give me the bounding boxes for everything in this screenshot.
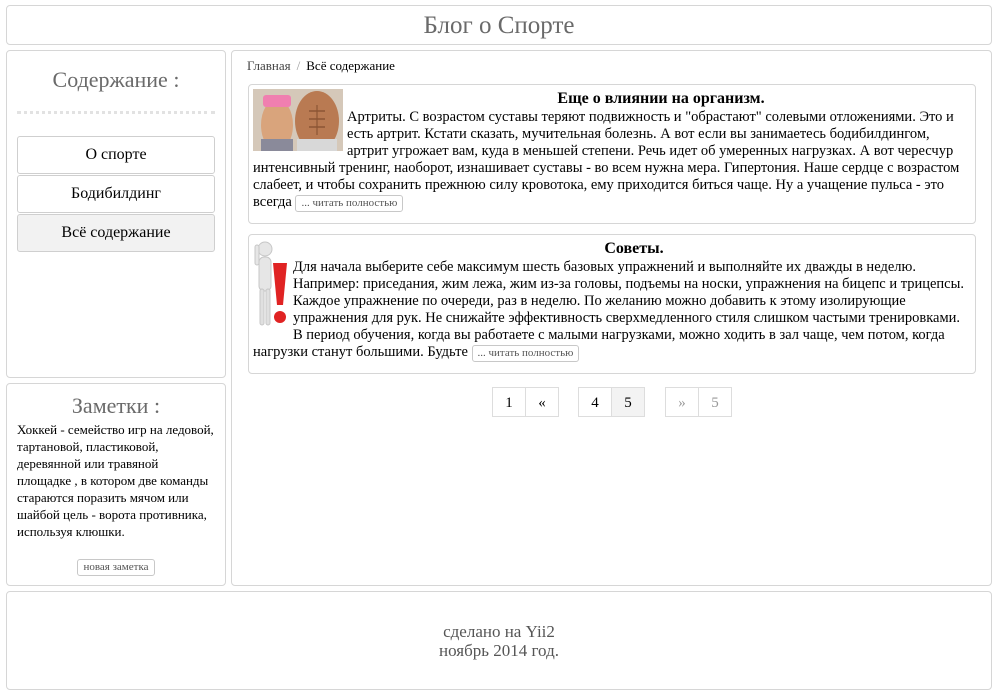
notes-heading: Заметки : — [71, 393, 161, 418]
footer-credit: сделано на Yii2 — [443, 622, 555, 641]
page-last-button[interactable]: 5 — [698, 387, 732, 417]
exclamation-figure-image — [253, 239, 289, 331]
menu-item-bodybuilding[interactable]: Бодибилдинг — [17, 175, 215, 213]
page-next-button[interactable]: » — [665, 387, 699, 417]
page-first-button[interactable]: 1 — [492, 387, 526, 417]
contents-heading: Содержание : — [52, 67, 180, 92]
article-text: Для начала выберите себе максимум шесть … — [253, 259, 964, 360]
note-text: Хоккей - семейство игр на ледовой, тарта… — [17, 422, 214, 539]
page-prev-button[interactable]: « — [525, 387, 559, 417]
read-more-button[interactable]: ... читать полностью — [471, 345, 580, 362]
breadcrumb-current: Всё содержание — [306, 58, 395, 73]
sidebar-menu: О спорте Бодибилдинг Всё содержание — [17, 136, 215, 252]
new-note-button[interactable]: новая заметка — [77, 559, 155, 576]
page-5-button[interactable]: 5 — [611, 387, 645, 417]
breadcrumb-home-link[interactable]: Главная — [247, 58, 291, 73]
site-footer: сделано на Yii2 ноябрь 2014 год. — [6, 591, 992, 690]
article-title: Советы. — [604, 240, 664, 257]
article-title: Еще о влиянии на организм. — [557, 90, 765, 107]
sidebar-contents-panel: Содержание : О спорте Бодибилдинг Всё со… — [6, 50, 226, 378]
site-title: Блог о Спорте — [423, 12, 575, 39]
breadcrumb: Главная / Всё содержание — [247, 58, 395, 74]
main-content: Главная / Всё содержание Еще о влиянии на … — [231, 50, 992, 586]
fitness-torso-image — [253, 89, 343, 151]
sidebar-notes-panel: Заметки : Хоккей - семейство игр на ледо… — [6, 383, 226, 586]
menu-item-about-sport[interactable]: О спорте — [17, 136, 215, 174]
article-card: Советы. Для начала выберите себе максиму… — [248, 234, 976, 374]
page-4-button[interactable]: 4 — [578, 387, 612, 417]
article-card: Еще о влиянии на организм. Артриты. С во… — [248, 84, 976, 224]
dotted-divider — [17, 111, 215, 114]
read-more-button[interactable]: ... читать полностью — [295, 195, 404, 212]
footer-date: ноябрь 2014 год. — [439, 641, 559, 660]
breadcrumb-separator: / — [296, 58, 301, 73]
site-header: Блог о Спорте — [6, 5, 992, 45]
menu-item-all-content[interactable]: Всё содержание — [17, 214, 215, 252]
